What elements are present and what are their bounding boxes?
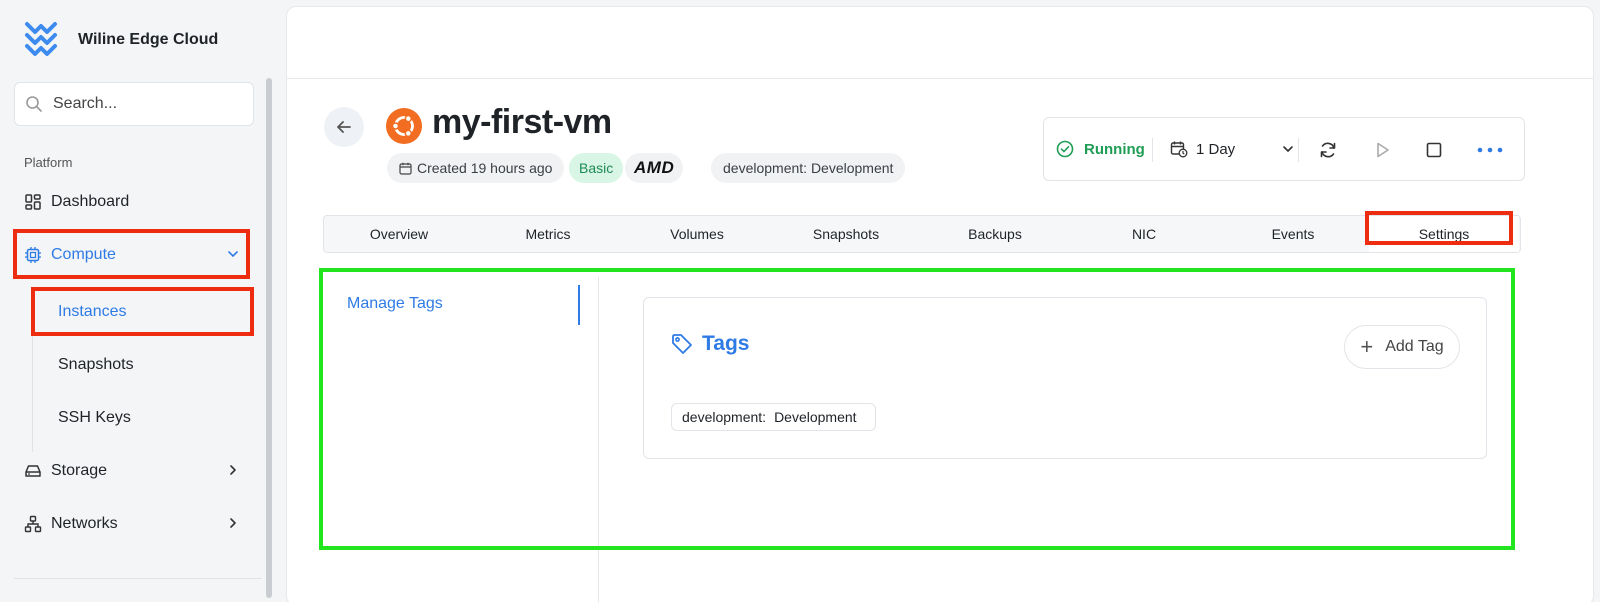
highlight-compute [13, 229, 250, 279]
refresh-icon[interactable] [1318, 140, 1338, 160]
sidebar-item-label: Networks [51, 515, 118, 532]
section-label-platform: Platform [24, 155, 73, 170]
amd-logo: AMD [625, 153, 684, 183]
main-panel: my-first-vm Created 19 hours ago Basic A… [286, 6, 1594, 602]
sidebar-item-networks[interactable]: Networks [14, 502, 254, 546]
tab-bar: Overview Metrics Volumes Snapshots Backu… [323, 215, 1521, 253]
network-icon [24, 515, 42, 533]
tag-chip: development: Development [711, 153, 906, 183]
tab-backups[interactable]: Backups [920, 216, 1070, 252]
ubuntu-icon [386, 108, 422, 144]
calendar-clock-icon [1170, 141, 1188, 158]
search-box[interactable] [14, 82, 254, 126]
tab-metrics[interactable]: Metrics [473, 216, 623, 252]
divider [1298, 138, 1299, 162]
play-icon[interactable] [1372, 140, 1392, 160]
sidebar-divider [14, 578, 262, 579]
search-input[interactable] [53, 95, 243, 113]
plan-badge: Basic [569, 153, 624, 183]
divider [1152, 138, 1153, 162]
sidebar-subitem-label: SSH Keys [58, 409, 131, 426]
chevron-right-icon [230, 518, 236, 528]
status-indicator: Running [1056, 140, 1145, 158]
sidebar-subitem-snapshots[interactable]: Snapshots [34, 343, 254, 387]
highlight-instances [31, 287, 254, 336]
tab-nic[interactable]: NIC [1069, 216, 1219, 252]
sidebar-subitem-label: Snapshots [58, 356, 134, 373]
tab-overview[interactable]: Overview [324, 216, 474, 252]
back-button[interactable] [324, 107, 364, 147]
chevron-right-icon [230, 465, 236, 475]
period-value: 1 Day [1196, 140, 1236, 158]
tab-volumes[interactable]: Volumes [622, 216, 772, 252]
status-text: Running [1084, 140, 1145, 158]
highlight-settings-content [319, 268, 1515, 550]
instance-title: my-first-vm [432, 103, 612, 141]
sidebar: Wiline Edge Cloud Platform Dashboard Com… [0, 0, 280, 602]
tab-events[interactable]: Events [1218, 216, 1368, 252]
instance-controls: Running 1 Day [1043, 117, 1525, 181]
more-icon[interactable] [1476, 140, 1504, 160]
stop-icon[interactable] [1424, 140, 1444, 160]
sidebar-item-label: Dashboard [51, 193, 130, 210]
created-chip: Created 19 hours ago [387, 153, 565, 183]
check-circle-icon [1056, 140, 1074, 158]
dashboard-icon [25, 194, 41, 210]
brand[interactable]: Wiline Edge Cloud [22, 20, 218, 60]
highlight-settings-tab [1365, 211, 1513, 245]
arrow-left-icon [337, 121, 351, 133]
brand-name: Wiline Edge Cloud [78, 31, 219, 48]
sidebar-scrollbar[interactable] [266, 78, 272, 598]
period-select[interactable]: 1 Day [1170, 140, 1295, 158]
search-icon [26, 96, 42, 112]
sidebar-item-storage[interactable]: Storage [14, 449, 254, 493]
sidebar-item-dashboard[interactable]: Dashboard [14, 180, 254, 224]
calendar-icon [399, 162, 412, 175]
created-text: Created 19 hours ago [417, 160, 553, 176]
top-bar [287, 7, 1593, 79]
chevron-down-icon [1283, 146, 1293, 152]
wiline-logo-icon [25, 22, 57, 56]
sidebar-item-label: Storage [51, 462, 108, 479]
tab-snapshots[interactable]: Snapshots [771, 216, 921, 252]
storage-icon [25, 465, 41, 477]
sidebar-subitem-ssh-keys[interactable]: SSH Keys [34, 396, 254, 440]
